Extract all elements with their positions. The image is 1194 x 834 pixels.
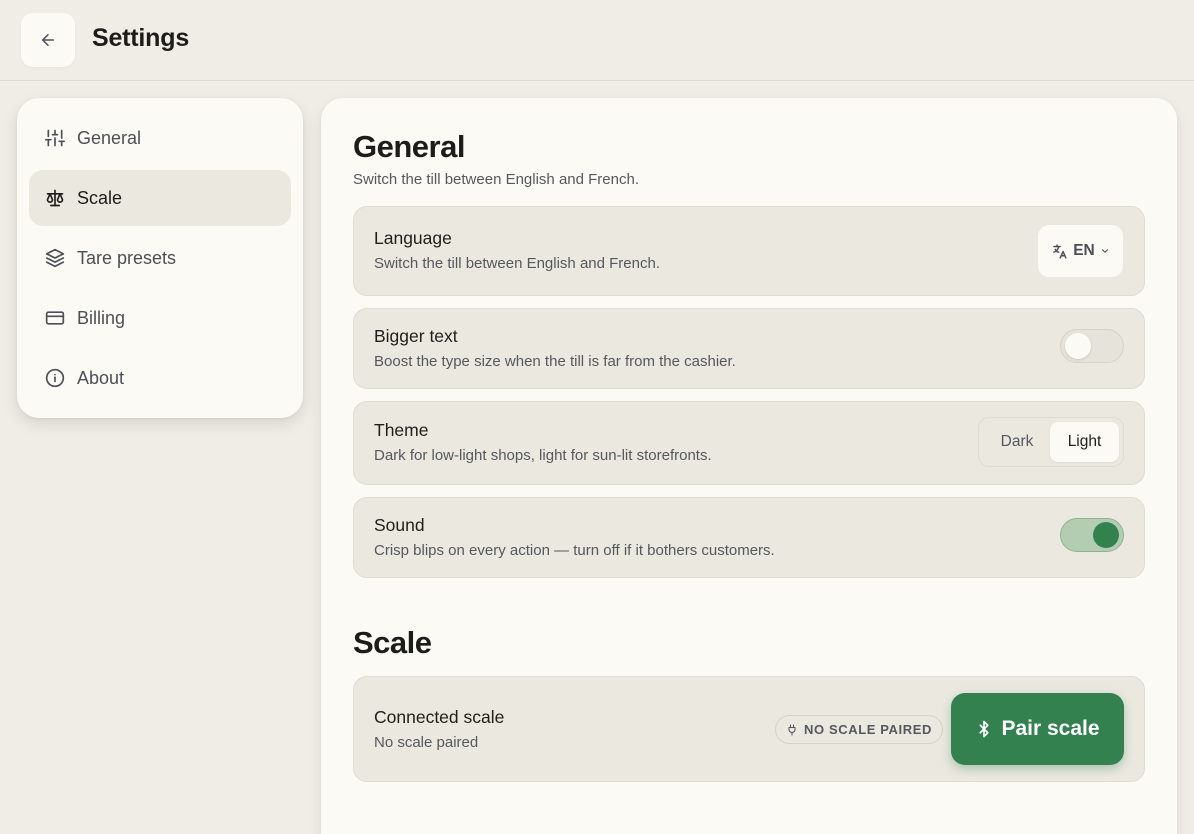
sidebar-item-label: Tare presets bbox=[77, 247, 177, 268]
pair-scale-label: Pair scale bbox=[1001, 717, 1100, 740]
section-title-general: General bbox=[353, 129, 465, 164]
setting-row-sound: Sound Crisp blips on every action — turn… bbox=[353, 497, 1145, 578]
bigger-text-toggle[interactable] bbox=[1060, 329, 1124, 363]
setting-title: Bigger text bbox=[374, 326, 458, 346]
chevron-down-icon bbox=[1101, 249, 1108, 253]
toggle-knob bbox=[1093, 522, 1119, 548]
setting-title: Sound bbox=[374, 515, 425, 535]
credit-card-icon bbox=[45, 308, 65, 328]
section-title-scale: Scale bbox=[353, 625, 432, 660]
section-subtitle-general: Switch the till between English and Fren… bbox=[353, 171, 639, 188]
bluetooth-icon bbox=[979, 720, 990, 738]
setting-row-connected-scale: Connected scale No scale paired NO SCALE… bbox=[353, 676, 1145, 782]
sidebar-item-label: Billing bbox=[77, 307, 126, 328]
setting-row-theme: Theme Dark for low-light shops, light fo… bbox=[353, 401, 1145, 485]
setting-title: Theme bbox=[374, 420, 429, 440]
translate-icon bbox=[1053, 243, 1067, 259]
status-badge-label: NO SCALE PAIRED bbox=[804, 722, 932, 737]
sidebar-item-about[interactable]: About bbox=[29, 350, 291, 406]
theme-option-light[interactable]: Light bbox=[1050, 422, 1119, 462]
sidebar-item-label: General bbox=[77, 127, 142, 148]
status-badge: NO SCALE PAIRED bbox=[775, 715, 943, 744]
plug-icon bbox=[788, 723, 796, 736]
info-icon bbox=[45, 368, 65, 388]
setting-description: Switch the till between English and Fren… bbox=[374, 255, 660, 272]
setting-description: No scale paired bbox=[374, 734, 479, 751]
layers-icon bbox=[45, 248, 65, 268]
language-value: EN bbox=[1073, 242, 1095, 259]
setting-description: Crisp blips on every action — turn off i… bbox=[374, 542, 775, 559]
settings-panel: General Switch the till between English … bbox=[321, 98, 1177, 834]
sliders-icon bbox=[45, 128, 65, 148]
setting-row-language: Language Switch the till between English… bbox=[353, 206, 1145, 296]
sidebar-item-label: Scale bbox=[77, 187, 123, 208]
arrow-left-icon bbox=[42, 34, 54, 46]
setting-title: Language bbox=[374, 228, 452, 248]
sidebar-item-billing[interactable]: Billing bbox=[29, 290, 291, 346]
setting-description: Boost the type size when the till is far… bbox=[374, 353, 736, 370]
top-bar: Settings bbox=[0, 0, 1194, 81]
scale-icon bbox=[45, 188, 65, 208]
toggle-knob bbox=[1065, 333, 1091, 359]
pair-scale-button[interactable]: Pair scale bbox=[951, 693, 1124, 765]
setting-row-bigger-text: Bigger text Boost the type size when the… bbox=[353, 308, 1145, 389]
theme-option-dark[interactable]: Dark bbox=[983, 422, 1051, 462]
back-button[interactable] bbox=[21, 13, 75, 67]
sidebar-item-label: About bbox=[77, 367, 125, 388]
sidebar-item-scale[interactable]: Scale bbox=[29, 170, 291, 226]
setting-description: Dark for low-light shops, light for sun-… bbox=[374, 447, 712, 464]
sound-toggle[interactable] bbox=[1060, 518, 1124, 552]
language-select[interactable]: EN bbox=[1038, 225, 1123, 277]
sidebar-item-tare-presets[interactable]: Tare presets bbox=[29, 230, 291, 286]
sidebar-item-general[interactable]: General bbox=[29, 110, 291, 166]
settings-sidebar: General Scale Tare presets Billing About bbox=[17, 98, 303, 418]
page-title: Settings bbox=[92, 24, 190, 52]
theme-segmented-control: Dark Light bbox=[978, 417, 1124, 467]
setting-title: Connected scale bbox=[374, 707, 505, 727]
